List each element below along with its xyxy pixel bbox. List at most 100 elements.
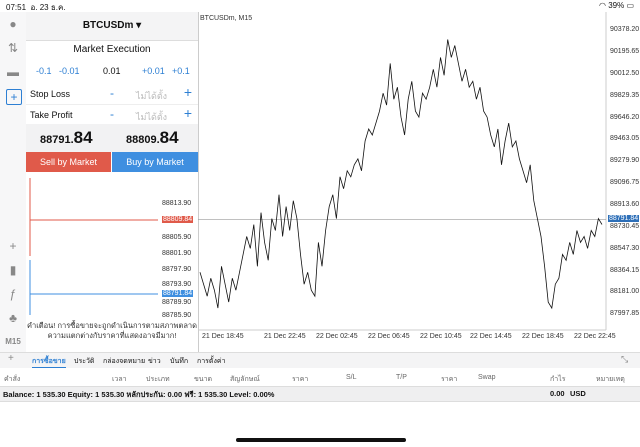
- home-indicator[interactable]: [236, 438, 406, 442]
- market-warning: คำเตือน! การซื้อขายจะถูกดำเนินการตามสภาพ…: [26, 321, 198, 352]
- status-bar: 07:51 อ. 23 ธ.ค. ◠ 39% ▭: [0, 0, 640, 12]
- tick-label: 88793.90: [162, 281, 192, 288]
- price-series-line: [199, 39, 603, 310]
- balance-text: Balance: 1 535.30 Equity: 1 535.30 หลักป…: [3, 390, 275, 399]
- column-header: ราคา: [292, 376, 309, 383]
- indicators-icon[interactable]: ƒ: [4, 286, 22, 302]
- stop-loss-minus-button[interactable]: -: [110, 86, 114, 100]
- column-header: เวลา: [112, 376, 127, 383]
- time-tick-label: 22 Dec 22:45: [574, 333, 616, 340]
- stop-loss-row: Stop Loss - ไม่ได้ตั้ง +: [26, 84, 198, 105]
- chart-title: BTCUSDm, M15: [200, 15, 253, 22]
- total-profit: 0.00: [550, 389, 565, 398]
- candles-icon[interactable]: ▮: [4, 262, 22, 278]
- ask-price-big: 84: [159, 128, 179, 147]
- time-tick-label: 22 Dec 18:45: [522, 333, 564, 340]
- lot-minus-0.1[interactable]: -0.1: [36, 66, 52, 76]
- column-header: กำไร: [550, 376, 566, 383]
- price-tick-label: 89646.20: [610, 113, 640, 121]
- price-tick-label: 88181.00: [610, 288, 640, 296]
- tick-label: 88813.90: [162, 200, 192, 207]
- trade-icon[interactable]: ⇅: [4, 40, 22, 56]
- stop-loss-label: Stop Loss: [30, 89, 71, 99]
- column-header: S/L: [346, 374, 357, 381]
- ask-price: 88809.84: [126, 128, 179, 148]
- take-profit-label: Take Profit: [30, 110, 73, 120]
- take-profit-plus-button[interactable]: +: [184, 105, 192, 121]
- bid-price-big: 84: [73, 128, 93, 147]
- tick-label: 88805.90: [162, 234, 192, 241]
- price-tick-label: 89279.90: [610, 157, 640, 165]
- column-header: คำสั่ง: [4, 376, 21, 383]
- bid-tick-label: 88791.84: [162, 290, 194, 297]
- tick-chart: 88813.90 88809.84 88805.90 88801.90 8879…: [26, 174, 198, 319]
- time-tick-label: 21 Dec 18:45: [202, 333, 244, 340]
- tab-journal[interactable]: บันทึก: [170, 356, 188, 367]
- tab-trade[interactable]: การซื้อขาย: [32, 356, 66, 368]
- tick-label: 88785.90: [162, 312, 192, 319]
- price-tick-label: 89096.75: [610, 179, 640, 187]
- expand-icon[interactable]: ⤡: [621, 354, 628, 365]
- column-header: หมายเหตุ: [596, 376, 625, 383]
- status-time: 07:51: [6, 3, 27, 12]
- tab-settings[interactable]: การตั้งค่า: [197, 356, 226, 367]
- buy-button[interactable]: Buy by Market: [112, 152, 198, 172]
- lot-value[interactable]: 0.01: [103, 66, 121, 76]
- chat-icon[interactable]: ▬: [4, 64, 22, 80]
- execution-type[interactable]: Market Execution: [26, 42, 198, 58]
- take-profit-minus-button[interactable]: -: [110, 107, 114, 121]
- tab-mailbox[interactable]: กล่องจดหมาย: [103, 356, 145, 367]
- objects-icon[interactable]: ♣: [4, 310, 22, 326]
- new-order-icon[interactable]: +: [6, 89, 22, 105]
- account-currency: USD: [570, 389, 586, 398]
- price-display: 88791.84 88809.84: [26, 124, 198, 152]
- tick-label: 88797.90: [162, 266, 192, 273]
- left-toolbar: ● ⇅ ▬ + + ▮ ƒ ♣ M15: [0, 12, 27, 352]
- price-tick-label: 88547.30: [610, 244, 640, 252]
- lot-plus-0.01[interactable]: +0.01: [142, 66, 165, 76]
- price-tick-label: 87997.85: [610, 310, 640, 318]
- ask-price-main: 88809.: [126, 134, 160, 146]
- wifi-icon: ◠: [598, 1, 606, 10]
- crosshair-icon[interactable]: +: [4, 238, 22, 254]
- price-tick-label: 89829.35: [610, 91, 640, 99]
- sell-button[interactable]: Sell by Market: [26, 152, 111, 172]
- status-date: อ. 23 ธ.ค.: [30, 3, 66, 12]
- price-tick-label: 88730.45: [610, 222, 640, 230]
- tab-news[interactable]: ข่าว: [148, 356, 161, 367]
- lot-minus-0.01[interactable]: -0.01: [59, 66, 80, 76]
- column-header: Swap: [478, 374, 496, 381]
- price-tick-label: 88364.15: [610, 266, 640, 274]
- add-icon[interactable]: +: [8, 353, 14, 364]
- tab-history[interactable]: ประวัติ: [74, 356, 94, 367]
- chart-svg: [198, 12, 607, 331]
- column-header: ราคา: [441, 376, 458, 383]
- symbol-selector[interactable]: BTCUSDm ▾: [26, 12, 198, 41]
- price-tick-label: 89463.05: [610, 135, 640, 143]
- bid-price: 88791.84: [40, 128, 93, 148]
- user-icon[interactable]: ●: [4, 16, 22, 32]
- price-tick-label: 88913.60: [610, 200, 640, 208]
- price-chart[interactable]: BTCUSDm, M15 90378.20 90195.65 90012.50 898…: [198, 12, 640, 352]
- price-tick-label: 90012.50: [610, 69, 640, 77]
- lot-plus-0.1[interactable]: +0.1: [172, 66, 190, 76]
- column-header: T/P: [396, 374, 407, 381]
- current-price-label: 88791.84: [608, 214, 640, 222]
- terminal-tabs: + การซื้อขาย ประวัติ กล่องจดหมาย ข่าว บั…: [0, 352, 640, 368]
- time-tick-label: 22 Dec 06:45: [368, 333, 410, 340]
- time-tick-label: 22 Dec 10:45: [420, 333, 462, 340]
- tick-label: 88801.90: [162, 250, 192, 257]
- orders-table-header: คำสั่ง เวลา ประเภท ขนาด สัญลักษณ์ ราคา S…: [0, 368, 640, 387]
- take-profit-row: Take Profit - ไม่ได้ตั้ง +: [26, 105, 198, 126]
- ask-tick-label: 88809.84: [162, 216, 194, 223]
- column-header: สัญลักษณ์: [230, 376, 260, 383]
- time-tick-label: 22 Dec 14:45: [470, 333, 512, 340]
- time-tick-label: 22 Dec 02:45: [316, 333, 358, 340]
- stop-loss-plus-button[interactable]: +: [184, 84, 192, 100]
- stop-loss-input[interactable]: ไม่ได้ตั้ง: [136, 89, 167, 103]
- tick-chart-svg: [29, 178, 158, 315]
- battery-icon: ▭: [626, 1, 634, 10]
- take-profit-input[interactable]: ไม่ได้ตั้ง: [136, 110, 167, 124]
- bid-price-main: 88791.: [40, 134, 74, 146]
- timeframe-icon[interactable]: M15: [4, 334, 22, 350]
